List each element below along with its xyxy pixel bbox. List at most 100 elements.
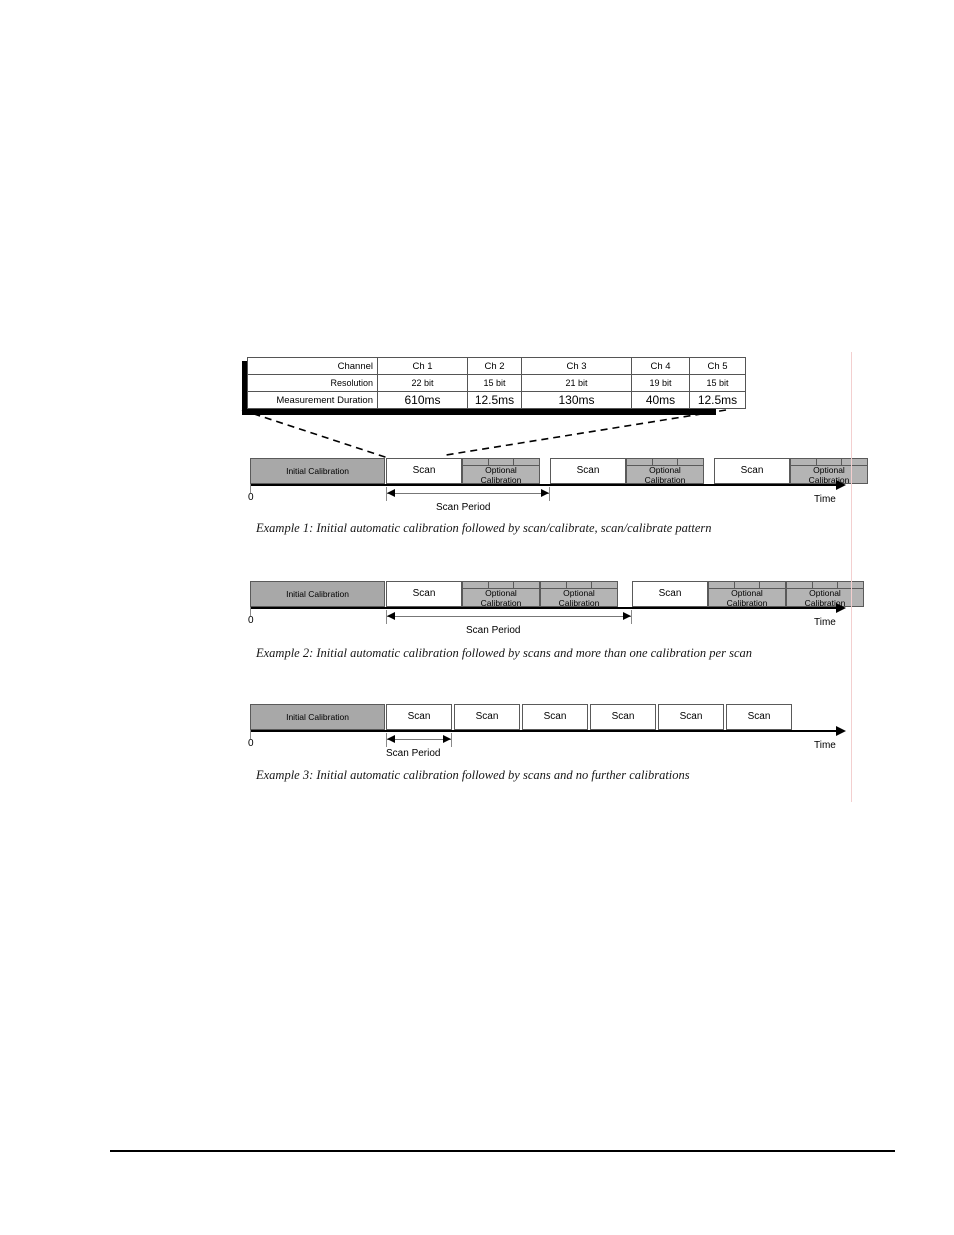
channel-configuration-table: Channel Ch 1 Ch 2 Ch 3 Ch 4 Ch 5 Resolut… <box>247 357 746 409</box>
block-optional-calibration: Optional Calibration <box>790 458 868 485</box>
example-2-scan-period-label: Scan Period <box>466 625 521 636</box>
block-label-line2: Calibration <box>480 597 522 608</box>
block-label-line1: Optional <box>649 464 681 475</box>
block-scan: Scan <box>632 581 708 607</box>
calibration-segment <box>514 459 539 465</box>
block-label: Scan <box>611 711 635 722</box>
block-scan: Scan <box>386 458 462 484</box>
cell-duration-ch3: 130ms <box>521 391 632 409</box>
block-label-line2: Calibration <box>480 474 522 485</box>
block-label: Initial Calibration <box>286 466 349 476</box>
example-3-time-arrowhead <box>836 726 846 736</box>
measure-arrowhead-left <box>387 735 395 743</box>
block-label: Scan <box>543 711 567 722</box>
block-optional-calibration: Optional Calibration <box>708 581 786 608</box>
block-scan: Scan <box>386 704 452 730</box>
cell-resolution-ch1: 22 bit <box>377 374 468 392</box>
cell-resolution-ch3: 21 bit <box>521 374 632 392</box>
cell-channel-ch1: Ch 1 <box>377 357 468 375</box>
example-3-track: Initial Calibration Scan Scan Scan Scan Scan S… <box>250 694 850 730</box>
footer-rule <box>110 1150 895 1152</box>
example-1-caption: Example 1: Initial automatic calibration… <box>256 521 712 535</box>
example-1-scan-period-measure <box>386 487 550 501</box>
block-optional-calibration: Optional Calibration <box>540 581 618 608</box>
example-1-track: Initial Calibration Scan Optional Calibrati… <box>250 448 868 485</box>
cell-duration-ch5: 12.5ms <box>689 391 746 409</box>
block-label: Scan <box>658 588 682 599</box>
cell-duration-ch4: 40ms <box>631 391 690 409</box>
measure-tick-end <box>631 610 632 624</box>
cell-duration-ch2: 12.5ms <box>467 391 522 409</box>
block-label-line1: Optional <box>485 464 517 475</box>
row-header-resolution: Resolution <box>247 374 378 392</box>
example-2-scan-period-measure <box>386 610 632 624</box>
block-scan: Scan <box>590 704 656 730</box>
block-optional-calibration: Optional Calibration <box>462 458 540 485</box>
block-label: Scan <box>475 711 499 722</box>
block-scan: Scan <box>386 581 462 607</box>
block-label-line2: Calibration <box>808 474 850 485</box>
block-label: Initial Calibration <box>286 712 349 722</box>
example-3-caption: Example 3: Initial automatic calibration… <box>256 768 690 782</box>
measure-tick-end <box>451 733 452 747</box>
measure-line <box>386 493 550 494</box>
example-1-time-axis <box>250 484 838 486</box>
block-label: Initial Calibration <box>286 589 349 599</box>
cell-channel-ch3: Ch 3 <box>521 357 632 375</box>
page-margin-guide <box>851 352 852 802</box>
measure-arrowhead-right <box>541 489 549 497</box>
measure-line <box>386 616 632 617</box>
measure-tick-end <box>549 487 550 501</box>
block-label-line1: Optional <box>731 587 763 598</box>
block-label-line1: Optional <box>485 587 517 598</box>
table-row-resolution: Resolution 22 bit 15 bit 21 bit 19 bit 1… <box>247 374 746 392</box>
block-label-line2: Calibration <box>804 597 846 608</box>
block-label-line2: Calibration <box>726 597 768 608</box>
table-row-measurement-duration: Measurement Duration 610ms 12.5ms 130ms … <box>247 391 746 409</box>
block-optional-calibration: Optional Calibration <box>786 581 864 608</box>
cell-resolution-ch4: 19 bit <box>631 374 690 392</box>
block-label: Scan <box>679 711 703 722</box>
calibration-segment <box>514 582 539 588</box>
block-scan: Scan <box>550 458 626 484</box>
block-label: Scan <box>740 465 764 476</box>
block-scan: Scan <box>726 704 792 730</box>
example-3-scan-period-measure <box>386 733 452 747</box>
example-2-caption: Example 2: Initial automatic calibration… <box>256 646 753 660</box>
block-label: Scan <box>576 465 600 476</box>
block-label: Scan <box>412 465 436 476</box>
example-1-axis-time-label: Time <box>814 494 836 505</box>
example-3-axis-zero-label: 0 <box>248 738 254 749</box>
table-row-channel: Channel Ch 1 Ch 2 Ch 3 Ch 4 Ch 5 <box>247 357 746 375</box>
block-label-line1: Optional <box>809 587 841 598</box>
block-scan: Scan <box>522 704 588 730</box>
block-label-line2: Calibration <box>644 474 686 485</box>
cell-resolution-ch5: 15 bit <box>689 374 746 392</box>
cell-duration-ch1: 610ms <box>377 391 468 409</box>
measure-arrowhead-right <box>623 612 631 620</box>
cell-resolution-ch2: 15 bit <box>467 374 522 392</box>
channel-table-figure: Channel Ch 1 Ch 2 Ch 3 Ch 4 Ch 5 Resolut… <box>242 357 746 415</box>
block-label-line2: Calibration <box>558 597 600 608</box>
block-initial-calibration: Initial Calibration <box>250 704 385 730</box>
block-initial-calibration: Initial Calibration <box>250 458 385 484</box>
example-2-track: Initial Calibration Scan Optional Calibrati… <box>250 571 864 608</box>
example-1-axis-zero-label: 0 <box>248 492 254 503</box>
block-label: Scan <box>407 711 431 722</box>
example-1-scan-period-label: Scan Period <box>436 502 491 513</box>
document-page: Channel Ch 1 Ch 2 Ch 3 Ch 4 Ch 5 Resolut… <box>0 0 954 1235</box>
calibration-segment <box>592 582 617 588</box>
measure-arrowhead-right <box>443 735 451 743</box>
cell-channel-ch2: Ch 2 <box>467 357 522 375</box>
block-label: Scan <box>412 588 436 599</box>
block-label-line1: Optional <box>563 587 595 598</box>
example-2-axis-zero-label: 0 <box>248 615 254 626</box>
example-3-axis-time-label: Time <box>814 740 836 751</box>
measure-arrowhead-left <box>387 612 395 620</box>
cell-channel-ch5: Ch 5 <box>689 357 746 375</box>
block-scan: Scan <box>658 704 724 730</box>
block-optional-calibration: Optional Calibration <box>462 581 540 608</box>
block-label: Scan <box>747 711 771 722</box>
row-header-channel: Channel <box>247 357 378 375</box>
row-header-measurement-duration: Measurement Duration <box>247 391 378 409</box>
